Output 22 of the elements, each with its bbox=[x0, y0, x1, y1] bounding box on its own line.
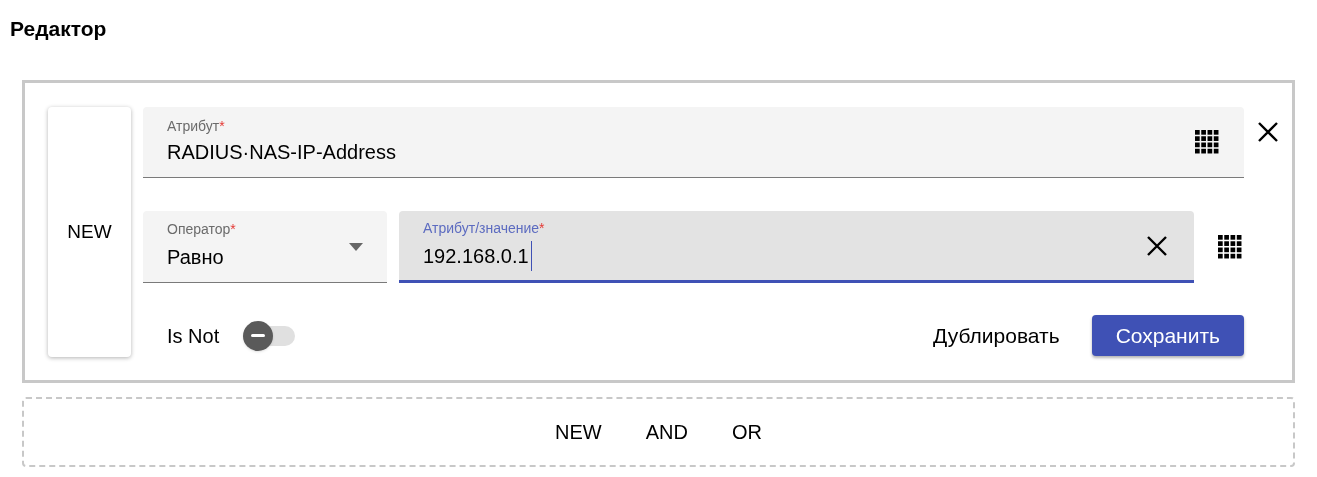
field-label: Атрибут* bbox=[167, 117, 226, 134]
clear-icon[interactable] bbox=[1146, 234, 1168, 257]
grid-icon[interactable] bbox=[1218, 235, 1242, 259]
field-label: Атрибут/значение* bbox=[423, 220, 546, 236]
field-value: RADIUS·NAS-IP-Address bbox=[167, 139, 397, 165]
attribute-field[interactable]: Атрибут* RADIUS·NAS-IP-Address bbox=[143, 107, 1244, 178]
duplicate-button[interactable]: Дублировать bbox=[921, 315, 1072, 356]
operator-select[interactable]: Оператор* Равно bbox=[143, 211, 387, 283]
editor-title: Редактор bbox=[10, 16, 108, 42]
close-icon[interactable] bbox=[1257, 121, 1279, 143]
field-value: 192.168.0.1 bbox=[423, 241, 532, 271]
add-option[interactable]: OR bbox=[727, 417, 766, 447]
rule-badge: NEW bbox=[48, 107, 131, 357]
save-button[interactable]: Сохранить bbox=[1091, 315, 1244, 356]
field-value: Равно bbox=[167, 245, 225, 270]
add-option[interactable]: AND bbox=[641, 417, 692, 447]
field-label: Оператор* bbox=[167, 221, 237, 237]
value-field[interactable]: Атрибут/значение* 192.168.0.1 bbox=[399, 211, 1194, 283]
toggle-label: Is Not bbox=[167, 323, 220, 349]
add-option[interactable]: NEW bbox=[551, 417, 606, 447]
dropdown-caret-icon bbox=[349, 242, 363, 251]
grid-icon[interactable] bbox=[1195, 130, 1219, 154]
